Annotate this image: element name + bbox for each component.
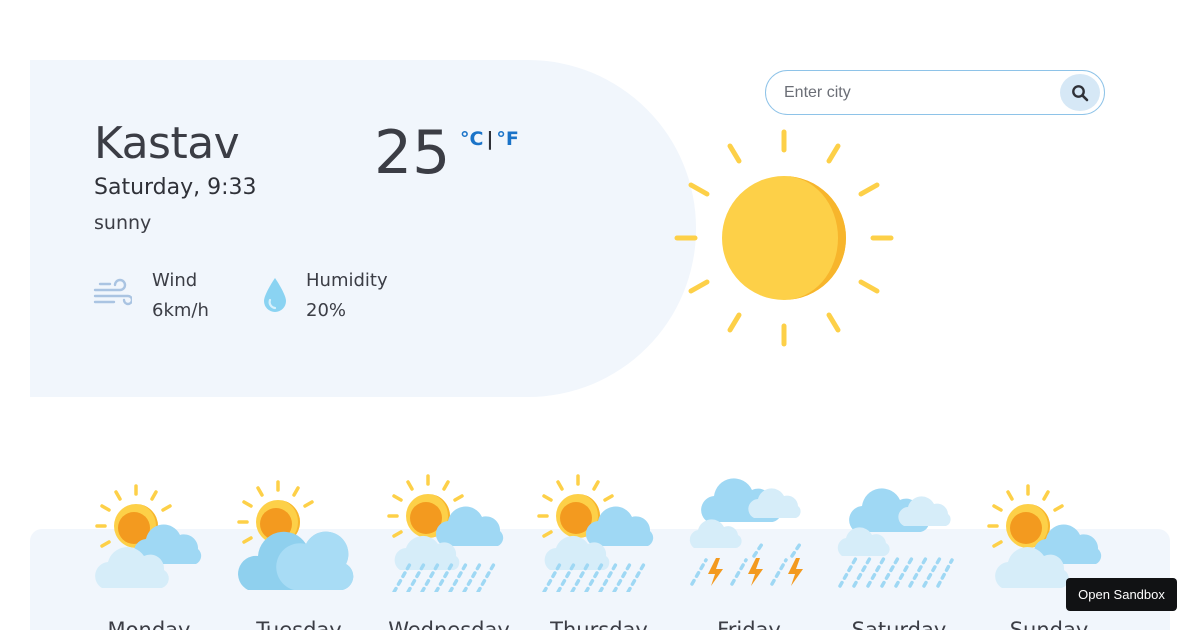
sun-rain-icon <box>387 474 504 592</box>
forecast-day-wednesday[interactable]: Wednesday <box>384 472 534 630</box>
sun-rain-icon <box>537 474 654 592</box>
forecast-day-thursday[interactable]: Thursday <box>534 472 684 630</box>
wind-icon <box>93 278 132 306</box>
humidity-stat: Humidity 20% <box>262 270 388 321</box>
partly-cloudy-icon <box>987 484 1102 588</box>
weather-condition: sunny <box>94 212 152 234</box>
search-button[interactable] <box>1060 74 1100 111</box>
humidity-label: Humidity <box>306 270 388 291</box>
city-name: Kastav <box>94 118 240 169</box>
temperature-value: 25 <box>374 118 451 188</box>
forecast-day-label: Tuesday <box>256 618 342 630</box>
forecast-day-label: Thursday <box>550 618 648 630</box>
humidity-value: 20% <box>306 300 347 321</box>
unit-toggle: °C | °F <box>460 128 519 150</box>
forecast-day-label: Sunday <box>1009 618 1089 630</box>
search-bar <box>765 70 1105 115</box>
forecast-day-label: Friday <box>717 618 781 630</box>
thunderstorm-icon <box>689 478 803 586</box>
forecast-day-label: Monday <box>107 618 191 630</box>
celsius-button[interactable]: °C <box>460 128 483 150</box>
rain-icon <box>837 488 954 588</box>
forecast-day-label: Saturday <box>851 618 947 630</box>
cloudy-sun-icon <box>237 480 354 590</box>
forecast-day-tuesday[interactable]: Tuesday <box>234 472 384 630</box>
open-sandbox-button[interactable]: Open Sandbox <box>1066 578 1177 611</box>
forecast-list: Monday Tuesday Wednesday Thursday Friday… <box>84 472 1134 630</box>
forecast-day-saturday[interactable]: Saturday <box>834 472 984 630</box>
wind-value: 6km/h <box>152 300 209 321</box>
water-drop-icon <box>264 278 286 312</box>
fahrenheit-button[interactable]: °F <box>496 128 518 150</box>
search-input[interactable] <box>784 81 1054 105</box>
sun-icon <box>674 129 894 347</box>
wind-label: Wind <box>152 270 198 291</box>
forecast-day-monday[interactable]: Monday <box>84 472 234 630</box>
date-time: Saturday, 9:33 <box>94 175 257 200</box>
wind-stat: Wind 6km/h <box>92 270 209 321</box>
partly-cloudy-icon <box>95 484 202 588</box>
search-icon <box>1072 84 1089 101</box>
unit-separator: | <box>486 128 494 150</box>
forecast-day-friday[interactable]: Friday <box>684 472 834 630</box>
forecast-day-label: Wednesday <box>388 618 510 630</box>
